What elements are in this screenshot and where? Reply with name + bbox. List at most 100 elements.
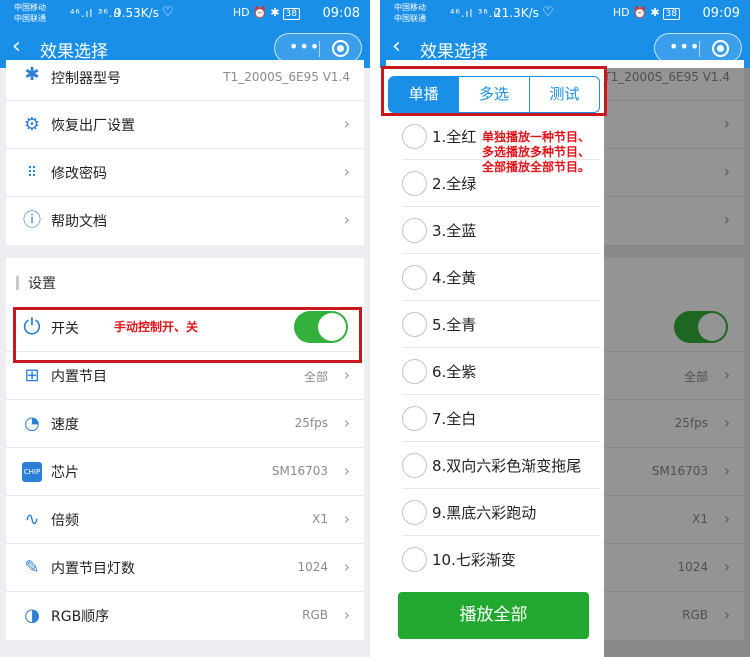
effect-option[interactable]: 5.全青 <box>402 301 600 348</box>
more-dots-icon[interactable]: ••• <box>669 37 700 56</box>
heart-icon: ♡ <box>542 5 554 20</box>
effect-option[interactable]: 9.黑底六彩跑动 <box>402 489 600 536</box>
page-title: 效果选择 <box>40 42 108 62</box>
more-dots-icon[interactable]: ••• <box>289 37 320 56</box>
bluetooth-icon: ✱ <box>24 64 40 85</box>
row-label: 芯片 <box>51 465 79 481</box>
row-value: T1_2000S_6E95 V1.4 <box>223 70 350 84</box>
section-marker <box>16 276 19 290</box>
row-value: RGB <box>302 608 328 622</box>
gear-icon: ⚙ <box>23 114 41 135</box>
effect-option[interactable]: 8.双向六彩色渐变拖尾 <box>402 442 600 489</box>
row-label: RGB顺序 <box>51 609 110 625</box>
row-label: 倍频 <box>51 513 79 529</box>
status-bar: 中国移动 中国联通 ⁴⁶.ıl ³⁶.ıl 21.3K/s ♡ HD ⏰ ✱ 38… <box>380 0 750 28</box>
radio-button[interactable] <box>402 312 427 337</box>
row-builtin-led-count[interactable]: ✎ 内置节目灯数 1024 › <box>6 544 364 592</box>
battery-icon: 38 <box>662 8 680 20</box>
capsule-divider <box>699 41 700 57</box>
row-label: 帮助文档 <box>51 214 107 230</box>
radio-button[interactable] <box>402 124 427 149</box>
status-bar: 中国移动 中国联通 ⁴⁶.ıl ³⁶.ıl 9.53K/s ♡ HD ⏰ ✱ 38… <box>0 0 370 28</box>
radio-button[interactable] <box>402 500 427 525</box>
option-label: 7.全白 <box>432 410 477 428</box>
option-label: 2.全绿 <box>432 175 477 193</box>
carrier-info: 中国移动 中国联通 <box>14 2 46 24</box>
row-value: SM16703 <box>271 464 328 478</box>
option-label: 5.全青 <box>432 316 477 334</box>
back-arrow-icon[interactable]: ‹ <box>392 35 401 59</box>
row-label: 速度 <box>51 417 79 433</box>
network-speed: 9.53K/s <box>114 6 159 20</box>
option-label: 6.全紫 <box>432 363 477 381</box>
radio-button[interactable] <box>402 171 427 196</box>
effect-option[interactable]: 7.全白 <box>402 395 600 442</box>
capsule-close-icon[interactable] <box>712 40 729 57</box>
option-label: 9.黑底六彩跑动 <box>432 504 537 522</box>
row-value: X1 <box>312 512 328 526</box>
row-factory-reset[interactable]: ⚙ 恢复出厂设置 › <box>6 101 364 149</box>
row-value: 1024 <box>297 560 328 574</box>
radio-button[interactable] <box>402 265 427 290</box>
carrier-1: 中国移动 <box>394 3 426 12</box>
carrier-1: 中国移动 <box>14 3 46 12</box>
clock: 09:09 <box>702 6 740 21</box>
page-title: 效果选择 <box>420 42 488 62</box>
radio-button[interactable] <box>402 359 427 384</box>
row-controller-model: ✱ 控制器型号 T1_2000S_6E95 V1.4 <box>6 60 364 101</box>
row-change-password[interactable]: ⠿ 修改密码 › <box>6 149 364 197</box>
section-header: 设置 <box>6 258 364 304</box>
effect-option[interactable]: 6.全紫 <box>402 348 600 395</box>
info-card: ✱ 控制器型号 T1_2000S_6E95 V1.4 ⚙ 恢复出厂设置 › ⠿ … <box>6 60 364 245</box>
chevron-right-icon: › <box>343 509 350 528</box>
palette-icon: ◑ <box>24 605 40 626</box>
row-chip[interactable]: CHIP 芯片 SM16703 › <box>6 448 364 496</box>
effect-option[interactable]: 10.七彩渐变 <box>402 536 600 583</box>
option-label: 4.全黄 <box>432 269 477 287</box>
radio-button[interactable] <box>402 218 427 243</box>
play-all-button[interactable]: 播放全部 <box>398 592 589 639</box>
network-speed: 21.3K/s <box>494 6 539 20</box>
radio-button[interactable] <box>402 453 427 478</box>
row-speed[interactable]: ◔ 速度 25fps › <box>6 400 364 448</box>
row-rgb-order[interactable]: ◑ RGB顺序 RGB › <box>6 592 364 640</box>
option-label: 10.七彩渐变 <box>432 551 516 569</box>
right-screen: 中国移动 中国联通 ⁴⁶.ıl ³⁶.ıl 21.3K/s ♡ HD ⏰ ✱ 38… <box>380 0 750 657</box>
clock: 09:08 <box>322 6 360 21</box>
option-label: 8.双向六彩色渐变拖尾 <box>432 457 582 475</box>
chevron-right-icon: › <box>343 605 350 624</box>
annotation-modes: 单独播放一种节目、 多选播放多种节目、 全部播放全部节目。 <box>482 130 590 175</box>
mini-program-capsule: ••• <box>654 33 742 63</box>
row-label: 控制器型号 <box>51 71 121 87</box>
row-value: 全部 <box>303 370 328 384</box>
chevron-right-icon: › <box>343 210 350 229</box>
row-label: 内置节目 <box>51 369 107 385</box>
chip-icon: CHIP <box>22 462 42 482</box>
radio-button[interactable] <box>402 406 427 431</box>
effect-option[interactable]: 3.全蓝 <box>402 207 600 254</box>
option-label: 3.全蓝 <box>432 222 477 240</box>
speedometer-icon: ◔ <box>24 413 40 434</box>
option-label: 1.全红 <box>432 128 477 146</box>
help-icon: ⓘ <box>23 210 41 231</box>
row-label: 修改密码 <box>51 166 107 182</box>
carrier-2: 中国联通 <box>14 14 46 23</box>
row-label: 内置节目灯数 <box>51 561 135 577</box>
annotation-line: 单独播放一种节目、 <box>482 130 591 144</box>
chevron-right-icon: › <box>343 461 350 480</box>
carrier-2: 中国联通 <box>394 14 426 23</box>
edit-icon: ✎ <box>24 557 40 578</box>
mini-program-capsule: ••• <box>274 33 362 63</box>
chevron-right-icon: › <box>343 365 350 384</box>
annotation-line: 全部播放全部节目。 <box>482 160 591 174</box>
back-arrow-icon[interactable]: ‹ <box>12 35 21 59</box>
system-icons: HD ⏰ ✱ 38 <box>613 6 680 20</box>
row-label: 恢复出厂设置 <box>51 118 135 134</box>
keypad-icon: ⠿ <box>26 165 38 181</box>
capsule-close-icon[interactable] <box>332 40 349 57</box>
row-frequency[interactable]: ∿ 倍频 X1 › <box>6 496 364 544</box>
row-value: 25fps <box>294 416 328 430</box>
effect-option[interactable]: 4.全黄 <box>402 254 600 301</box>
row-help-docs[interactable]: ⓘ 帮助文档 › <box>6 197 364 245</box>
radio-button[interactable] <box>402 547 427 572</box>
